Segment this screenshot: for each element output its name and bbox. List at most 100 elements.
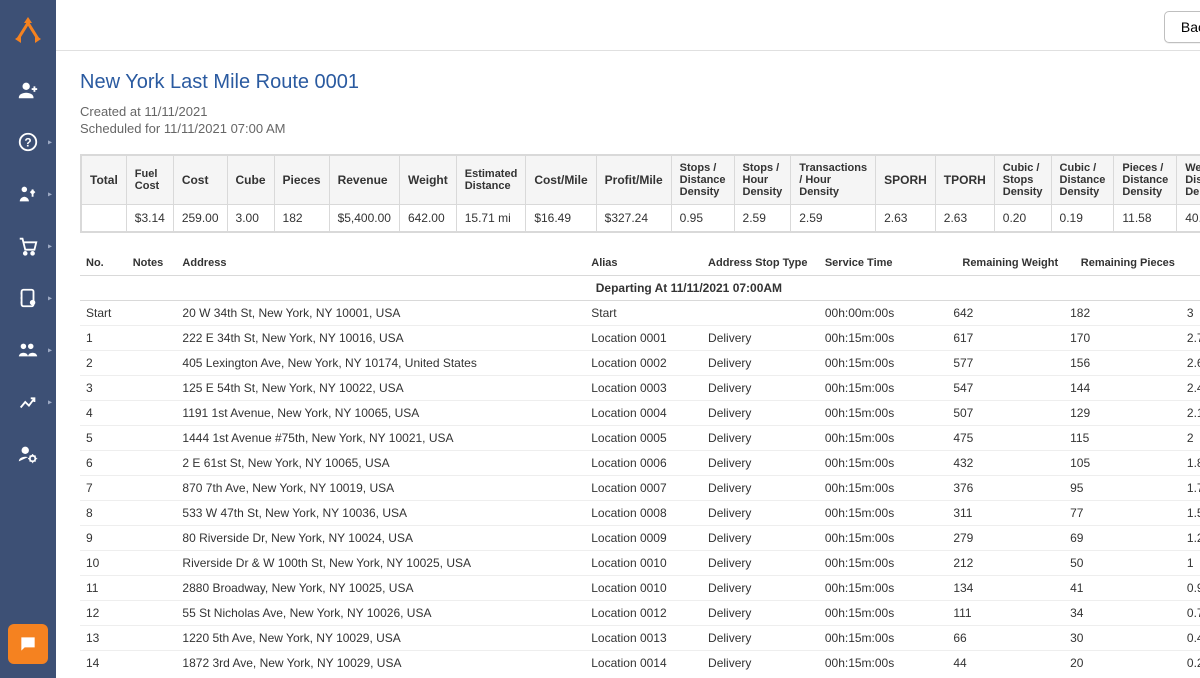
cell-service_time: 00h:00m:00s [819, 301, 947, 326]
chevron-right-icon: ▸ [48, 242, 52, 251]
cell-no: 3 [80, 376, 127, 401]
col-cube: Cube [227, 156, 274, 205]
col-sporh: SPORH [876, 156, 936, 205]
col-stops-dist-density: Stops / Distance Density [671, 156, 734, 205]
summary-table: Total Fuel Cost Cost Cube Pieces Revenue… [81, 155, 1200, 232]
col-remaining-pieces: Remaining Pieces [1064, 251, 1181, 276]
cell-address: 1444 1st Avenue #75th, New York, NY 1002… [176, 426, 585, 451]
sidebar-item-orders[interactable]: ▸ [0, 220, 56, 272]
cell-notes [127, 551, 177, 576]
cell-service_time: 00h:15m:00s [819, 326, 947, 351]
cell-no: Start [80, 301, 127, 326]
sidebar-item-routes[interactable]: ▸ [0, 168, 56, 220]
cell-rw: 111 [947, 601, 1064, 626]
cell-address: 125 E 54th St, New York, NY 10022, USA [176, 376, 585, 401]
col-est-distance: Estimated Distance [456, 156, 526, 205]
cell-rw: 432 [947, 451, 1064, 476]
table-row: 41191 1st Avenue, New York, NY 10065, US… [80, 401, 1200, 426]
cell-rc: 1.8 [1181, 451, 1200, 476]
sidebar-item-address-book[interactable]: ▸ [0, 272, 56, 324]
cell-alias: Location 0006 [585, 451, 702, 476]
cell-no: 2 [80, 351, 127, 376]
cell-service_time: 00h:15m:00s [819, 476, 947, 501]
cell-type: Delivery [702, 351, 819, 376]
back-button[interactable]: Back [1164, 11, 1200, 43]
cell-address: 405 Lexington Ave, New York, NY 10174, U… [176, 351, 585, 376]
cell-address: Riverside Dr & W 100th St, New York, NY … [176, 551, 585, 576]
cell-type [702, 301, 819, 326]
cell-rp: 41 [1064, 576, 1181, 601]
cell-address: 533 W 47th St, New York, NY 10036, USA [176, 501, 585, 526]
cell-no: 9 [80, 526, 127, 551]
col-weight-dist-density: Weight / Distance Density [1177, 156, 1200, 205]
cell-alias: Location 0008 [585, 501, 702, 526]
col-weight: Weight [399, 156, 456, 205]
cell-rc: 2 [1181, 426, 1200, 451]
table-row: Start20 W 34th St, New York, NY 10001, U… [80, 301, 1200, 326]
cell-rw: 617 [947, 326, 1064, 351]
cell-alias: Location 0014 [585, 651, 702, 672]
cell-rc: 0.4 [1181, 626, 1200, 651]
scheduled-for-label: Scheduled for 11/11/2021 07:00 AM [80, 121, 1200, 136]
cell-no: 14 [80, 651, 127, 672]
cell-rw: 376 [947, 476, 1064, 501]
cell-alias: Location 0004 [585, 401, 702, 426]
chat-button[interactable] [8, 624, 48, 664]
col-remaining-cube: Remaining Cube [1181, 251, 1200, 276]
cell-alias: Location 0007 [585, 476, 702, 501]
cell-rw: 475 [947, 426, 1064, 451]
cell-type: Delivery [702, 376, 819, 401]
col-service-time: Service Time [819, 251, 947, 276]
col-pieces: Pieces [274, 156, 329, 205]
sidebar-item-team[interactable]: ▸ [0, 324, 56, 376]
cell-notes [127, 326, 177, 351]
cell-rp: 50 [1064, 551, 1181, 576]
cell-rw: 44 [947, 651, 1064, 672]
chevron-right-icon: ▸ [48, 190, 52, 199]
table-row: 8533 W 47th St, New York, NY 10036, USAL… [80, 501, 1200, 526]
col-fuel-cost: Fuel Cost [126, 156, 173, 205]
table-row: 7870 7th Ave, New York, NY 10019, USALoc… [80, 476, 1200, 501]
cell-notes [127, 476, 177, 501]
cell-rp: 34 [1064, 601, 1181, 626]
cell-address: 80 Riverside Dr, New York, NY 10024, USA [176, 526, 585, 551]
sidebar-item-settings[interactable] [0, 428, 56, 480]
cell-no: 10 [80, 551, 127, 576]
col-cost-mile: Cost/Mile [526, 156, 596, 205]
cell-rw: 547 [947, 376, 1064, 401]
cell-notes [127, 451, 177, 476]
cell-rp: 115 [1064, 426, 1181, 451]
sidebar-item-help[interactable]: ? ▸ [0, 116, 56, 168]
sidebar-item-analytics[interactable]: ▸ [0, 376, 56, 428]
cell-type: Delivery [702, 426, 819, 451]
col-alias: Alias [585, 251, 702, 276]
cell-service_time: 00h:15m:00s [819, 576, 947, 601]
col-pieces-dist-density: Pieces / Distance Density [1114, 156, 1177, 205]
cell-notes [127, 401, 177, 426]
sidebar-item-add-user[interactable] [0, 64, 56, 116]
cell-address: 222 E 34th St, New York, NY 10016, USA [176, 326, 585, 351]
chevron-right-icon: ▸ [48, 398, 52, 407]
col-cubic-dist-density: Cubic / Distance Density [1051, 156, 1114, 205]
app-logo [8, 10, 48, 50]
cell-service_time: 00h:15m:00s [819, 351, 947, 376]
col-stops-hour-density: Stops / Hour Density [734, 156, 791, 205]
cell-no: 6 [80, 451, 127, 476]
table-row: 1222 E 34th St, New York, NY 10016, USAL… [80, 326, 1200, 351]
table-row: 3125 E 54th St, New York, NY 10022, USAL… [80, 376, 1200, 401]
cell-rc: 2.1 [1181, 401, 1200, 426]
col-address: Address [176, 251, 585, 276]
cell-notes [127, 651, 177, 672]
cell-rc: 2.6 [1181, 351, 1200, 376]
col-profit-mile: Profit/Mile [596, 156, 671, 205]
cell-rw: 134 [947, 576, 1064, 601]
summary-table-scroll[interactable]: Total Fuel Cost Cost Cube Pieces Revenue… [80, 154, 1200, 233]
cell-rc: 0.9 [1181, 576, 1200, 601]
cell-no: 12 [80, 601, 127, 626]
col-cubic-stops-density: Cubic / Stops Density [994, 156, 1051, 205]
cell-type: Delivery [702, 401, 819, 426]
cell-rp: 129 [1064, 401, 1181, 426]
cell-type: Delivery [702, 326, 819, 351]
cell-service_time: 00h:15m:00s [819, 626, 947, 651]
cell-rc: 0.2 [1181, 651, 1200, 672]
